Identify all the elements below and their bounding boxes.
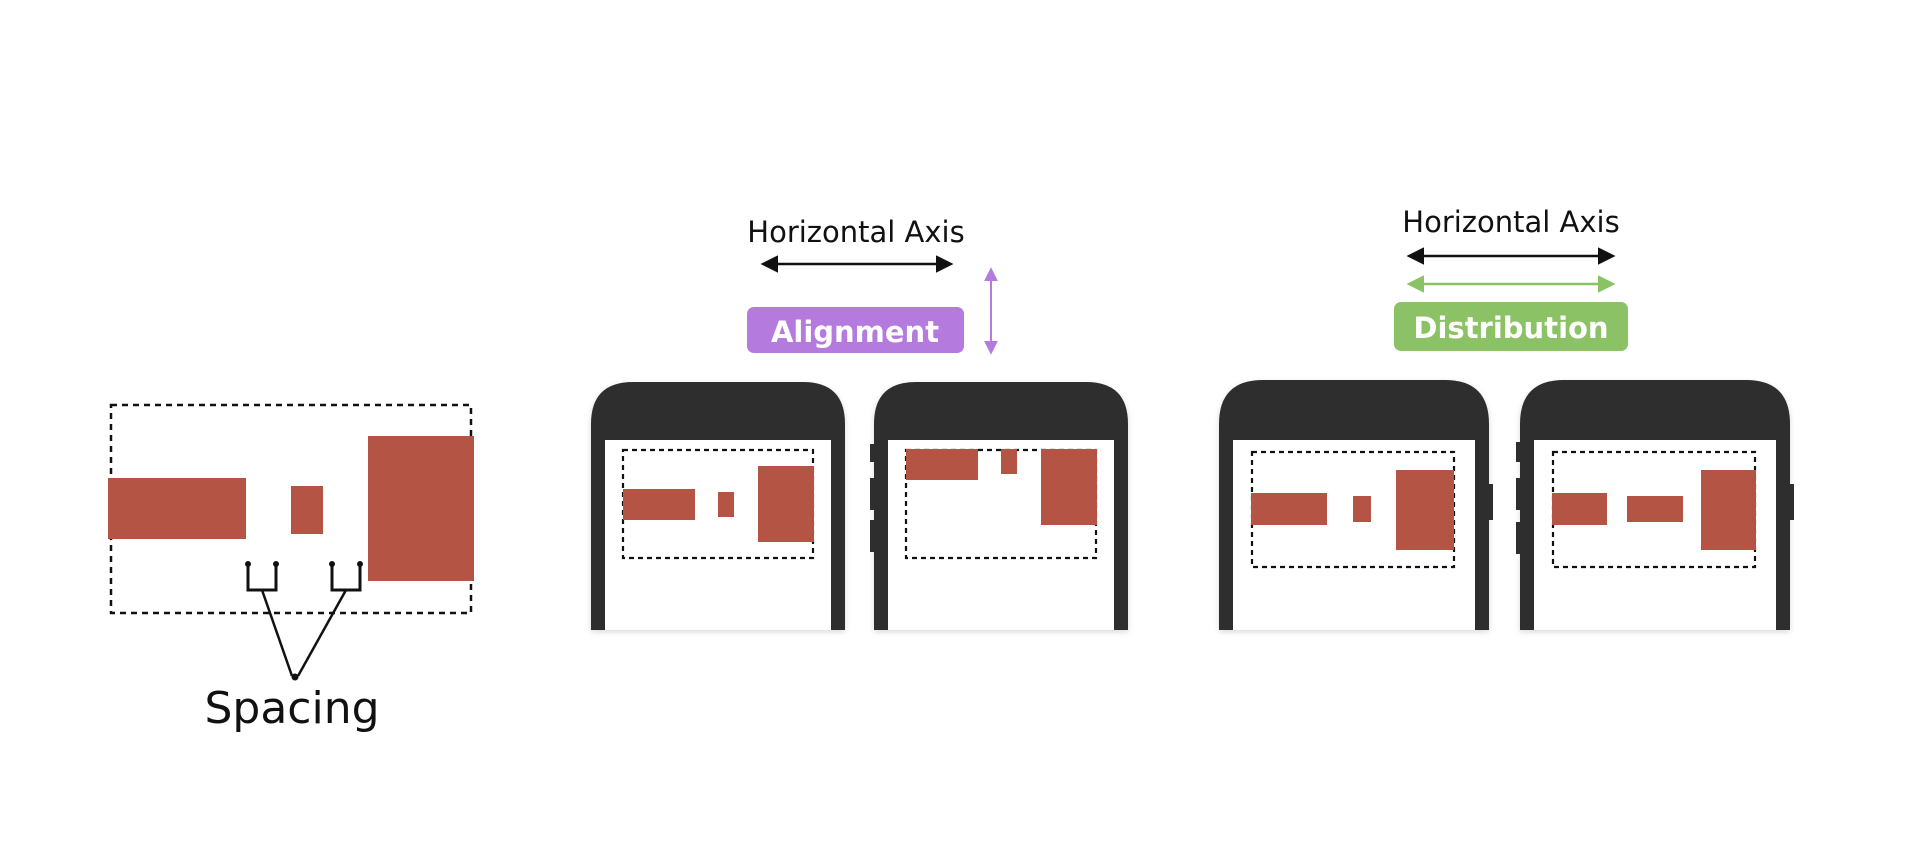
- box-tall: [1396, 470, 1454, 550]
- distribution-phone-after: [1516, 380, 1794, 630]
- spacing-panel: Spacing: [108, 403, 474, 734]
- phone-side-button: [1516, 478, 1521, 510]
- phone-side-button: [1516, 442, 1521, 462]
- distribution-panel: Horizontal Axis Distribution: [1219, 205, 1794, 630]
- phone-side-button: [1789, 484, 1794, 520]
- spacing-box-wide: [108, 478, 246, 539]
- layout-diagram: Spacing Horizontal Axis Alignment Horizo…: [108, 205, 1794, 734]
- alignment-panel: Horizontal Axis Alignment: [591, 215, 1128, 630]
- spacing-pointer-line: [260, 589, 294, 677]
- alignment-phone-before: [591, 382, 845, 630]
- box-wide: [1552, 493, 1607, 525]
- alignment-axis-label: Horizontal Axis: [747, 215, 964, 249]
- distribution-badge-label: Distribution: [1413, 311, 1608, 345]
- box-tall: [758, 466, 814, 542]
- phone-side-button: [870, 478, 875, 510]
- box-wide: [1251, 493, 1327, 525]
- phone-side-button: [1516, 522, 1521, 554]
- spacing-pointer-dot: [291, 673, 299, 681]
- box-small: [718, 492, 734, 517]
- bracket-end-dot: [329, 561, 335, 567]
- phone-side-button: [870, 444, 875, 462]
- box-wide: [623, 489, 695, 520]
- alignment-phone-after: [870, 382, 1128, 630]
- spacing-bracket-right: [330, 564, 362, 592]
- spacing-pointer-line: [296, 589, 348, 677]
- alignment-badge-label: Alignment: [771, 315, 939, 349]
- spacing-label: Spacing: [204, 683, 379, 734]
- phone-side-button: [870, 520, 875, 552]
- box-tall: [1701, 470, 1756, 550]
- box-wide: [906, 449, 978, 480]
- bracket-end-dot: [245, 561, 251, 567]
- box-small: [1001, 449, 1017, 474]
- box-tall: [1041, 449, 1097, 525]
- spacing-box-tall: [368, 436, 474, 581]
- box-small: [1353, 496, 1371, 522]
- spacing-box-small: [291, 486, 323, 534]
- spacing-bracket-left: [246, 564, 278, 592]
- bracket-end-dot: [273, 561, 279, 567]
- phone-side-button: [1488, 484, 1493, 520]
- bracket-end-dot: [357, 561, 363, 567]
- distribution-axis-label: Horizontal Axis: [1402, 205, 1619, 239]
- distribution-phone-before: [1219, 380, 1493, 630]
- box-medium: [1627, 496, 1683, 522]
